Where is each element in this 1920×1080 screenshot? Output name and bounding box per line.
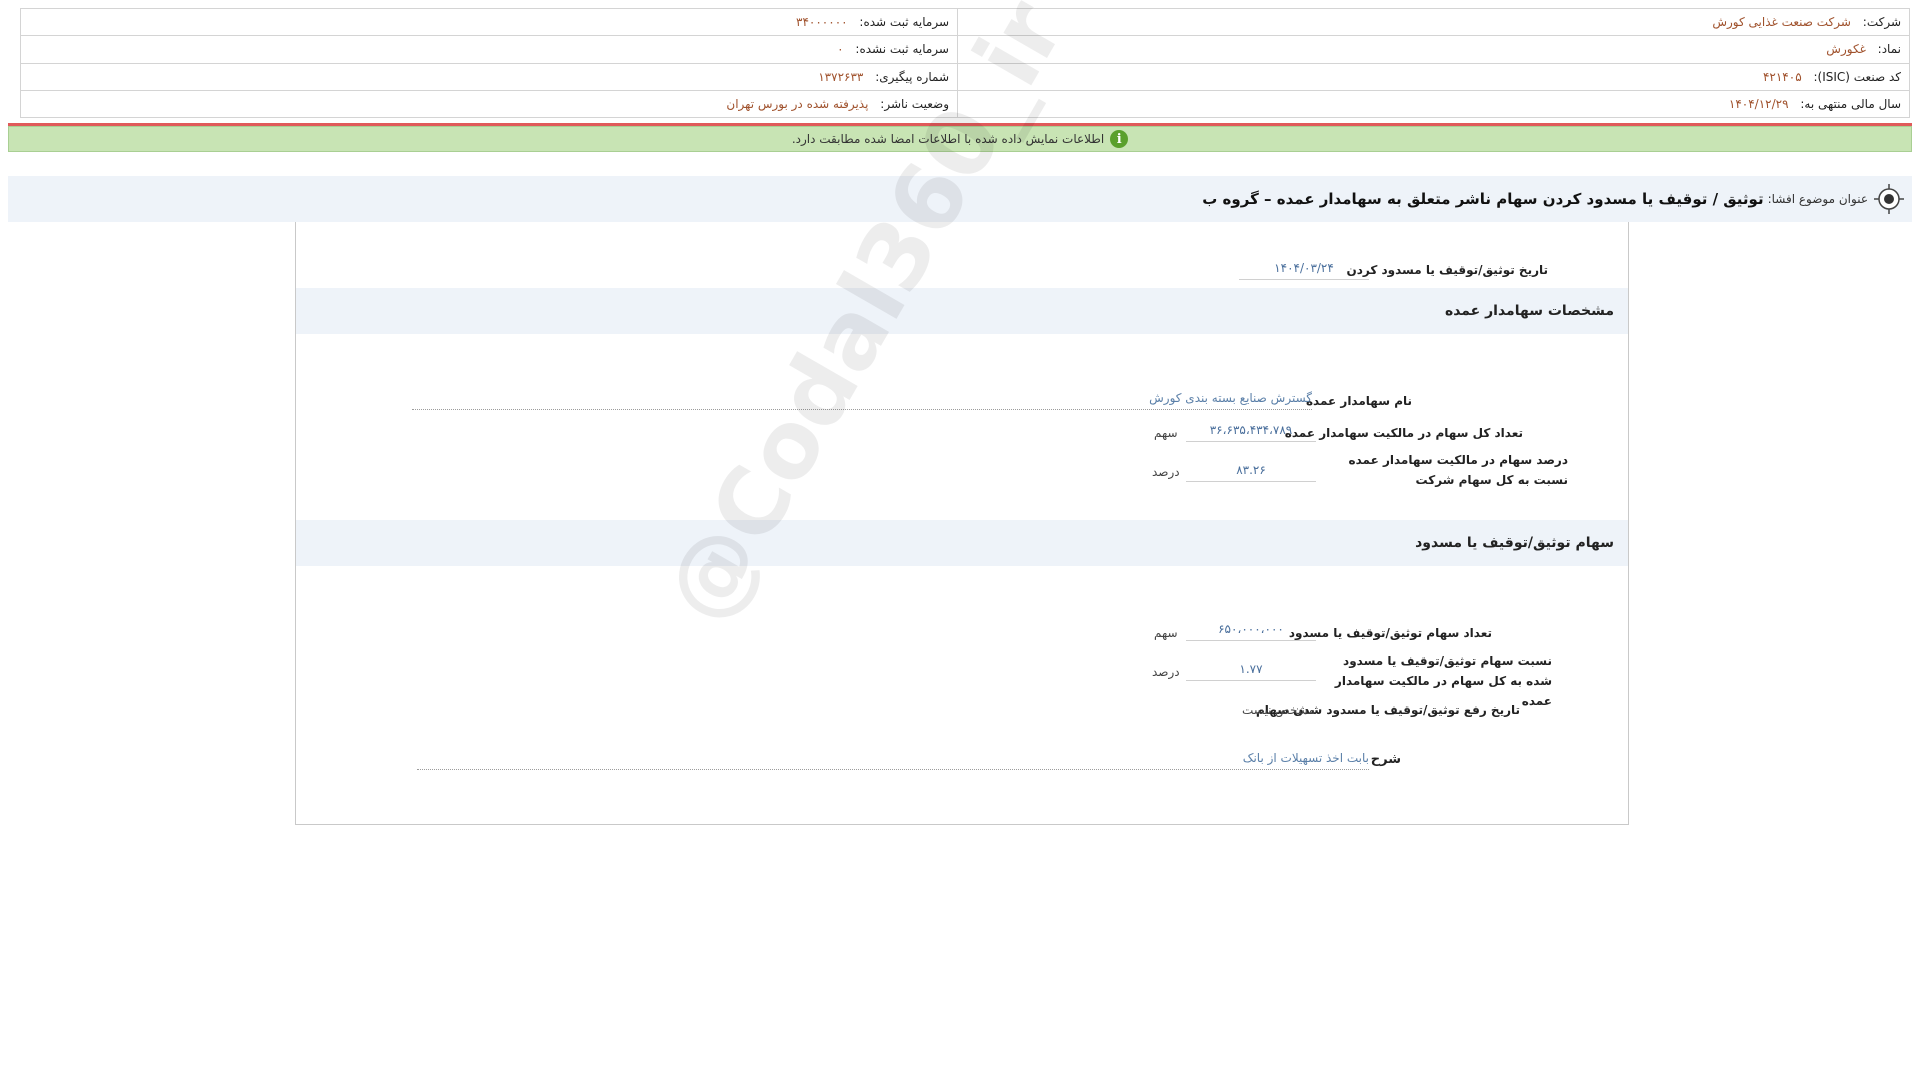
symbol-value[interactable]: غکورش — [1826, 42, 1866, 56]
description-value: بابت اخذ تسهیلات از بانک — [417, 748, 1369, 770]
tracking-value: ۱۳۷۲۶۳۳ — [818, 69, 864, 84]
capital-registered-label: سرمایه ثبت شده: — [859, 15, 949, 30]
total-shares-label: تعداد کل سهام در مالکیت سهامدار عمده — [1284, 426, 1523, 440]
blocked-ratio-unit: درصد — [1152, 665, 1180, 679]
isic-value: ۴۲۱۴۰۵ — [1762, 69, 1802, 84]
info-row: کد صنعت (ISIC): ۴۲۱۴۰۵ شماره پیگیری: ۱۳۷… — [20, 62, 1910, 91]
tracking-label: شماره پیگیری: — [875, 69, 949, 84]
status-label: وضعیت ناشر: — [880, 96, 949, 111]
page-title: توثیق / توقیف یا مسدود کردن سهام ناشر مت… — [1202, 190, 1764, 208]
capital-unregistered-label: سرمایه ثبت نشده: — [855, 42, 949, 57]
company-value: شرکت صنعت غذایی کورش — [1712, 15, 1851, 30]
title-label: عنوان موضوع افشا: — [1767, 192, 1868, 206]
tracking-cell: شماره پیگیری: ۱۳۷۲۶۳۳ — [20, 62, 958, 91]
info-row: نماد: غکورش سرمایه ثبت نشده: ۰ — [20, 35, 1910, 64]
verification-banner: i اطلاعات نمایش داده شده با اطلاعات امضا… — [8, 126, 1912, 152]
percent-label: درصد سهام در مالکیت سهامدار عمده نسبت به… — [1348, 453, 1568, 487]
fiscal-value: ۱۴۰۴/۱۲/۲۹ — [1728, 96, 1789, 111]
blocked-count-label: تعداد سهام توثیق/توقیف یا مسدود — [1288, 626, 1492, 640]
release-date-value: مشخص نیست — [1242, 703, 1315, 717]
date-value: ۱۴۰۴/۰۳/۲۴ — [1239, 258, 1369, 280]
section-title: مشخصات سهامدار عمده — [1444, 303, 1614, 319]
shareholder-name-value: گسترش صنایع بسته بندی کورش — [412, 388, 1312, 410]
capital-unregistered-value: ۰ — [837, 42, 844, 57]
company-label: شرکت: — [1862, 15, 1901, 30]
target-icon — [1874, 184, 1904, 214]
total-shares-unit: سهم — [1154, 426, 1178, 440]
symbol-cell: نماد: غکورش — [957, 35, 1910, 64]
shareholder-section-header: مشخصات سهامدار عمده — [296, 288, 1628, 334]
disclosure-form-card: تاریخ توثیق/توقیف یا مسدود کردن ۱۴۰۴/۰۳/… — [295, 222, 1629, 825]
isic-label: کد صنعت (ISIC): — [1813, 69, 1901, 84]
disclosure-title-bar: عنوان موضوع افشا: توثیق / توقیف یا مسدود… — [8, 176, 1912, 222]
blocked-shares-section-header: سهام توثیق/توقیف یا مسدود — [296, 520, 1628, 566]
capital-unregistered-cell: سرمایه ثبت نشده: ۰ — [20, 35, 958, 64]
isic-cell: کد صنعت (ISIC): ۴۲۱۴۰۵ — [957, 62, 1910, 91]
company-cell: شرکت: شرکت صنعت غذایی کورش — [957, 7, 1910, 37]
info-row: سال مالی منتهی به: ۱۴۰۴/۱۲/۲۹ وضعیت ناشر… — [20, 89, 1910, 119]
fiscal-label: سال مالی منتهی به: — [1800, 96, 1901, 111]
blocked-ratio-value: ۱.۷۷ — [1186, 659, 1316, 681]
status-value: پذیرفته شده در بورس تهران — [726, 96, 869, 111]
capital-registered-value: ۳۴۰۰۰۰۰۰ — [796, 15, 848, 30]
blocked-count-value: ۶۵۰،۰۰۰،۰۰۰ — [1186, 619, 1316, 641]
info-icon: i — [1110, 130, 1129, 148]
symbol-label: نماد: — [1877, 42, 1901, 57]
date-label: تاریخ توثیق/توقیف یا مسدود کردن — [1346, 263, 1548, 277]
capital-registered-cell: سرمایه ثبت شده: ۳۴۰۰۰۰۰۰ — [20, 7, 958, 37]
status-cell: وضعیت ناشر: پذیرفته شده در بورس تهران — [20, 89, 958, 119]
percent-unit: درصد — [1152, 465, 1180, 479]
percent-value: ۸۳.۲۶ — [1186, 460, 1316, 482]
section-title: سهام توثیق/توقیف یا مسدود — [1415, 535, 1614, 551]
banner-text: اطلاعات نمایش داده شده با اطلاعات امضا ش… — [791, 132, 1105, 146]
fiscal-cell: سال مالی منتهی به: ۱۴۰۴/۱۲/۲۹ — [957, 89, 1910, 119]
blocked-count-unit: سهم — [1154, 626, 1178, 640]
info-row: شرکت: شرکت صنعت غذایی کورش سرمایه ثبت شد… — [20, 7, 1910, 37]
total-shares-value: ۳۶،۶۳۵،۴۳۴،۷۸۹ — [1186, 420, 1316, 442]
shareholder-name-label: نام سهامدار عمده — [1305, 394, 1412, 408]
description-label: شرح — [1370, 752, 1401, 767]
company-info-table: شرکت: شرکت صنعت غذایی کورش سرمایه ثبت شد… — [20, 7, 1910, 119]
